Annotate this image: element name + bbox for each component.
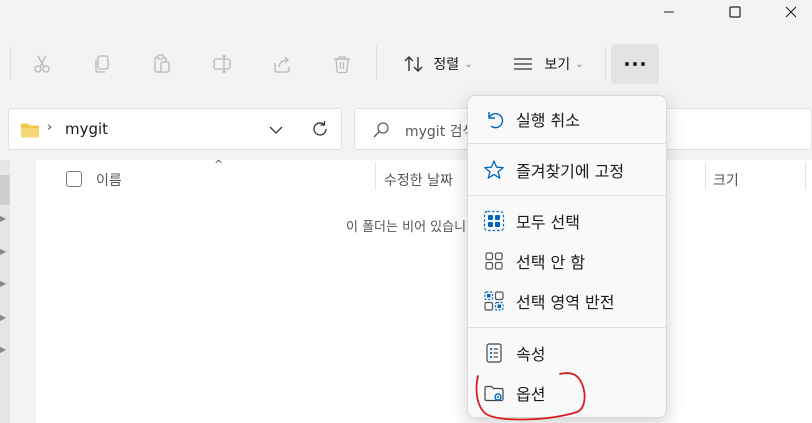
toolbar-separator (376, 46, 377, 80)
annotation-circle (475, 372, 586, 421)
pin-icon: ▶ (0, 247, 7, 256)
sort-ascending-icon: ^ (214, 158, 224, 171)
toolbar-separator (605, 46, 606, 80)
menu-item-label: 즐겨찾기에 고정 (516, 162, 625, 181)
folder-icon (21, 123, 39, 138)
close-icon (785, 6, 797, 18)
more-icon (625, 62, 645, 66)
column-header-modified[interactable]: 수정한 날짜 (384, 170, 453, 190)
share-button[interactable] (262, 44, 302, 84)
delete-icon (334, 56, 350, 74)
chevron-down-icon: ⌄ (575, 58, 584, 70)
pin-icon: ▶ (0, 313, 7, 322)
cut-icon (34, 55, 50, 73)
address-bar[interactable]: › mygit (8, 108, 342, 150)
menu-item-select-none[interactable]: 선택 안 함 (472, 243, 662, 279)
rename-button[interactable] (202, 44, 242, 84)
menu-item-label: 모두 선택 (516, 213, 580, 232)
pin-icon: ▶ (0, 345, 7, 354)
view-button[interactable]: 보기 ⌄ (498, 44, 598, 84)
column-header-name[interactable]: 이름 (96, 170, 122, 190)
menu-item-invert-selection[interactable]: 선택 영역 반전 (472, 283, 662, 319)
chevron-down-icon[interactable] (269, 125, 283, 135)
refresh-icon[interactable] (311, 120, 329, 138)
view-icon (514, 58, 533, 70)
menu-separator (468, 195, 666, 196)
pin-icon: ▶ (0, 279, 7, 288)
properties-icon (472, 342, 516, 364)
undo-icon (472, 108, 516, 130)
menu-separator (468, 143, 666, 144)
menu-item-label: 실행 취소 (516, 111, 580, 130)
column-divider[interactable] (375, 162, 376, 190)
star-icon (472, 159, 516, 181)
column-divider[interactable] (805, 162, 806, 190)
menu-item-pin-to-quick-access[interactable]: 즐겨찾기에 고정 (472, 152, 662, 188)
menu-item-label: 선택 영역 반전 (516, 293, 615, 312)
chevron-down-icon: ⌄ (464, 58, 473, 70)
toolbar-separator (10, 46, 11, 80)
select-none-icon (472, 250, 516, 272)
minimize-icon (664, 11, 674, 13)
navigation-pane[interactable] (0, 160, 10, 423)
breadcrumb-chevron-icon[interactable]: › (47, 120, 52, 135)
command-bar: 정렬 ⌄ 보기 ⌄ (0, 40, 812, 88)
select-all-icon (472, 210, 516, 232)
sort-label: 정렬 (433, 57, 460, 73)
copy-button[interactable] (82, 44, 122, 84)
close-button[interactable] (768, 0, 812, 24)
menu-item-label: 선택 안 함 (516, 253, 586, 272)
maximize-button[interactable] (712, 0, 758, 24)
minimize-button[interactable] (646, 0, 692, 24)
breadcrumb-current[interactable]: mygit (65, 120, 108, 138)
empty-folder-message: 이 폴더는 비어 있습니다. (346, 220, 483, 235)
file-list[interactable] (36, 160, 812, 423)
delete-button[interactable] (322, 44, 362, 84)
invert-selection-icon (472, 290, 516, 312)
copy-icon (95, 55, 109, 73)
menu-item-select-all[interactable]: 모두 선택 (472, 203, 662, 239)
cut-button[interactable] (22, 44, 62, 84)
menu-item-properties[interactable]: 속성 (472, 335, 662, 371)
maximize-icon (729, 6, 741, 18)
sort-button[interactable]: 정렬 ⌄ (388, 44, 488, 84)
column-divider[interactable] (705, 162, 706, 190)
menu-item-undo[interactable]: 실행 취소 (472, 101, 662, 137)
search-placeholder: mygit 검색 (405, 124, 476, 140)
rename-icon (213, 55, 231, 73)
nav-selected-item[interactable] (0, 175, 10, 205)
view-label: 보기 (544, 57, 571, 73)
sort-icon (404, 56, 423, 72)
menu-separator (468, 327, 666, 328)
share-icon (274, 56, 290, 73)
column-header-size[interactable]: 크기 (713, 170, 739, 190)
search-icon (373, 122, 389, 138)
paste-button[interactable] (142, 44, 182, 84)
paste-icon (154, 54, 170, 73)
menu-item-label: 속성 (516, 345, 546, 364)
see-more-button[interactable] (611, 44, 659, 84)
select-all-checkbox[interactable] (66, 171, 82, 187)
pin-icon: ▶ (0, 214, 7, 223)
